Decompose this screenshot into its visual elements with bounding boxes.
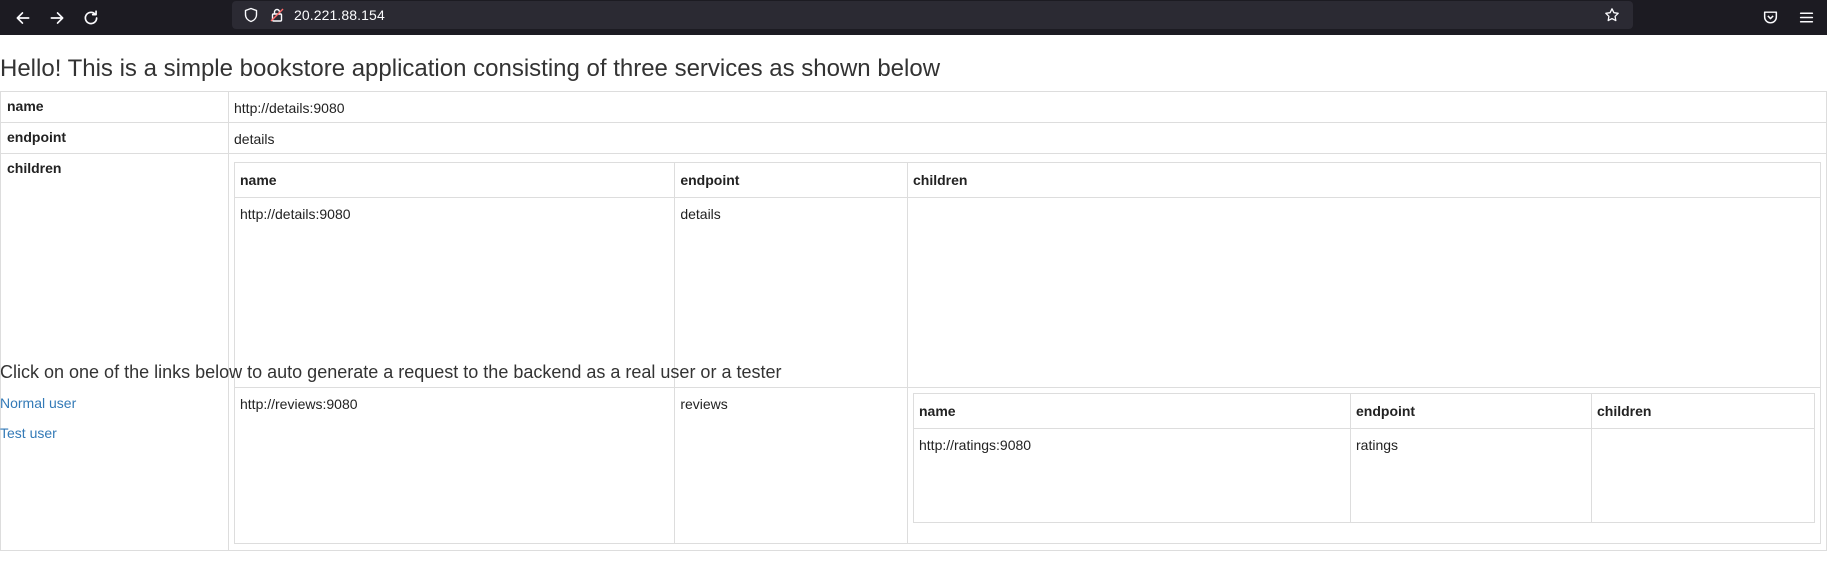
child-endpoint: details	[674, 197, 908, 388]
children-value: name endpoint children http://details:90…	[228, 153, 1827, 551]
header-row: name endpoint children	[913, 393, 1815, 429]
tracking-protection-icon[interactable]	[238, 2, 264, 28]
column-header-endpoint: endpoint	[674, 162, 908, 198]
toolbar-right	[1757, 4, 1819, 30]
column-header-name: name	[913, 393, 1351, 429]
insecure-lock-icon[interactable]	[264, 2, 290, 28]
table-row: http://details:9080 details	[233, 197, 1821, 388]
hamburger-menu-icon	[1799, 11, 1813, 23]
name-key: name	[0, 91, 229, 123]
child-children: name endpoint children http://ratings:90…	[907, 387, 1821, 544]
column-header-children: children	[1591, 393, 1815, 429]
child-name: http://reviews:9080	[233, 387, 676, 544]
links-heading: Click on one of the links below to auto …	[0, 362, 782, 382]
url-text[interactable]: 20.221.88.154	[294, 7, 1599, 23]
star-icon	[1605, 8, 1619, 22]
nested-child-children	[1591, 428, 1815, 523]
nested-child-name: http://ratings:9080	[913, 428, 1351, 523]
children-table: name endpoint children http://details:90…	[233, 162, 1821, 544]
table-row: children name endpoint children http://d…	[0, 153, 1827, 551]
child-name: http://details:9080	[233, 197, 676, 388]
nested-children-table: name endpoint children http://ratings:90…	[913, 393, 1815, 523]
pocket-button[interactable]	[1757, 4, 1783, 30]
test-user-link[interactable]: Test user	[0, 425, 57, 441]
url-bar[interactable]: 20.221.88.154	[232, 1, 1633, 29]
name-value: http://details:9080	[228, 91, 1827, 123]
children-key: children	[0, 153, 229, 551]
endpoint-key: endpoint	[0, 122, 229, 154]
nested-child-endpoint: ratings	[1350, 428, 1592, 523]
arrow-left-icon	[16, 11, 30, 24]
lock-icon	[270, 8, 284, 22]
column-header-children: children	[907, 162, 1821, 198]
reload-button[interactable]	[74, 3, 108, 33]
services-table: name http://details:9080 endpoint detail…	[0, 91, 1827, 551]
table-row: http://ratings:9080 ratings	[913, 428, 1815, 523]
browser-toolbar: 20.221.88.154	[0, 0, 1827, 35]
forward-button[interactable]	[40, 3, 74, 33]
child-endpoint: reviews	[674, 387, 908, 544]
pocket-icon	[1763, 10, 1777, 24]
endpoint-value: details	[228, 122, 1827, 154]
arrow-right-icon	[50, 11, 64, 24]
page-title: Hello! This is a simple bookstore applic…	[0, 55, 941, 82]
column-header-name: name	[233, 162, 676, 198]
normal-user-link[interactable]: Normal user	[0, 395, 76, 411]
table-row: endpoint details	[0, 122, 1827, 154]
column-header-endpoint: endpoint	[1350, 393, 1592, 429]
table-row: http://reviews:9080 reviews name endpoin…	[233, 387, 1821, 544]
menu-button[interactable]	[1793, 4, 1819, 30]
header-row: name endpoint children	[233, 162, 1821, 198]
back-button[interactable]	[6, 3, 40, 33]
shield-icon	[244, 7, 258, 23]
child-children	[907, 197, 1821, 388]
bookmark-star-icon[interactable]	[1599, 2, 1625, 28]
table-row: name http://details:9080	[0, 91, 1827, 123]
reload-icon	[84, 9, 98, 24]
